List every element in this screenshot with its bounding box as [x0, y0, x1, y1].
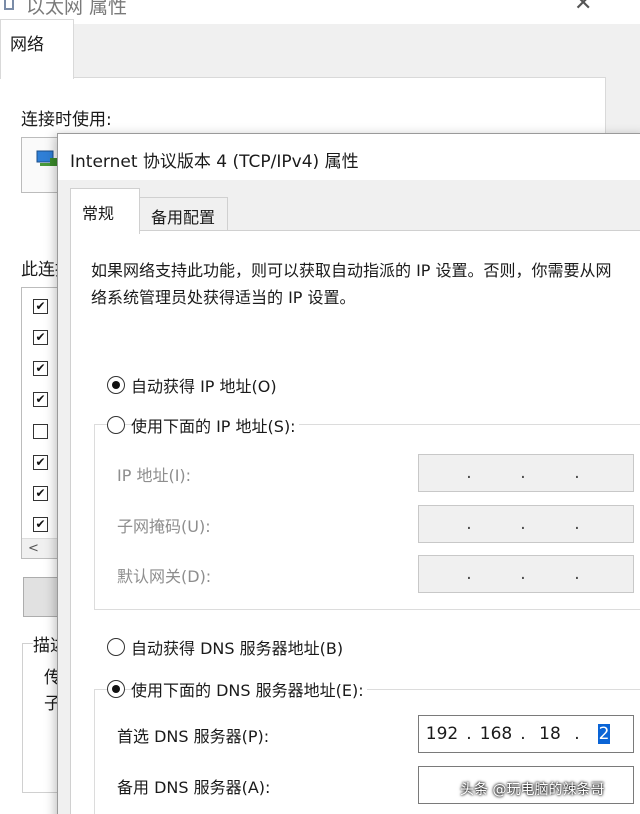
ip-dot: .: [520, 564, 526, 584]
dialog-title-bar: Internet 协议版本 4 (TCP/IPv4) 属性: [58, 134, 640, 180]
tab-alternate-configuration[interactable]: 备用配置: [140, 197, 228, 231]
ip-octet-value: 192: [425, 724, 459, 744]
radio-label: 使用下面的 IP 地址(S):: [131, 413, 299, 437]
ip-dot: .: [574, 724, 580, 744]
background-title-bar: 以太网 属性 ✕: [0, 0, 640, 24]
network-icon: [36, 150, 57, 166]
network-adapter-icon: [4, 0, 14, 10]
ip-dot: .: [520, 724, 526, 744]
radio-button[interactable]: [107, 638, 125, 656]
ip-dot: .: [466, 514, 472, 534]
items-label: 此连接使用下列项目: [21, 260, 58, 280]
item-checkbox[interactable]: [33, 424, 48, 439]
ip-address-input[interactable]: 192. 168. 18. 2: [418, 715, 634, 753]
ip-dot: .: [520, 463, 526, 483]
ip-octet[interactable]: 18: [527, 724, 573, 744]
ip-octet[interactable]: 2: [581, 724, 627, 744]
background-tab-bar: [0, 24, 640, 78]
field-label: IP 地址(I):: [117, 466, 192, 485]
description-text: 如果网络支持此功能，则可以获取自动指派的 IP 设置。否则，你需要从网: [91, 261, 612, 280]
radio-auto-dns[interactable]: 自动获得 DNS 服务器地址(B): [107, 635, 347, 659]
item-checkbox[interactable]: ✔: [33, 330, 48, 345]
radio-button[interactable]: [107, 680, 125, 698]
ip-octet[interactable]: 192: [419, 724, 465, 744]
radio-label: 自动获得 DNS 服务器地址(B): [131, 635, 347, 659]
field-label: 默认网关(D):: [117, 567, 212, 586]
ip-dot: .: [574, 564, 580, 584]
connect-using-label: 连接时使用:: [21, 110, 112, 130]
dialog-title: Internet 协议版本 4 (TCP/IPv4) 属性: [70, 152, 359, 172]
tab-general[interactable]: 常规: [70, 188, 140, 234]
ip-octet-value: 18: [539, 724, 561, 744]
item-checkbox[interactable]: ✔: [33, 517, 48, 532]
item-checkbox[interactable]: ✔: [33, 361, 48, 376]
watermark: 头条 @玩电脑的辣条哥: [460, 782, 605, 798]
item-checkbox[interactable]: ✔: [33, 486, 48, 501]
install-button[interactable]: [23, 577, 61, 617]
radio-label: 自动获得 IP 地址(O): [131, 373, 280, 397]
field-label: 子网掩码(U):: [117, 517, 211, 536]
radio-auto-ip[interactable]: 自动获得 IP 地址(O): [107, 373, 280, 397]
adapter-box[interactable]: [21, 137, 61, 193]
ip-dot: .: [466, 724, 472, 744]
ip-octet-value: 168: [479, 724, 513, 744]
ip-dot: .: [466, 564, 472, 584]
ip-dot: .: [520, 514, 526, 534]
ipv4-properties-dialog: Internet 协议版本 4 (TCP/IPv4) 属性 常规 备用配置 如果…: [57, 133, 640, 814]
field-label: 首选 DNS 服务器(P):: [117, 727, 270, 746]
ip-address-input[interactable]: ...: [418, 505, 634, 543]
radio-label: 使用下面的 DNS 服务器地址(E):: [131, 677, 367, 701]
ip-address-input[interactable]: ...: [418, 555, 634, 593]
field-label: 备用 DNS 服务器(A):: [117, 778, 271, 797]
background-window-title: 以太网 属性: [26, 0, 128, 18]
item-checkbox[interactable]: ✔: [33, 299, 48, 314]
ip-dot: .: [574, 514, 580, 534]
ip-dot: .: [574, 463, 580, 483]
radio-button[interactable]: [107, 416, 125, 434]
ip-octet-value: 2: [597, 724, 611, 744]
radio-button[interactable]: [107, 376, 125, 394]
radio-manual-dns[interactable]: 使用下面的 DNS 服务器地址(E):: [107, 677, 367, 701]
item-checkbox[interactable]: ✔: [33, 392, 48, 407]
ip-dot: .: [466, 463, 472, 483]
scroll-left-button[interactable]: <: [22, 538, 60, 558]
description-text: 络系统管理员处获得适当的 IP 设置。: [91, 288, 356, 307]
ip-octet[interactable]: 168: [473, 724, 519, 744]
item-checkbox[interactable]: ✔: [33, 455, 48, 470]
tab-network[interactable]: 网络: [0, 19, 74, 79]
ip-address-input[interactable]: ...: [418, 454, 634, 492]
close-icon[interactable]: ✕: [574, 0, 592, 16]
radio-manual-ip[interactable]: 使用下面的 IP 地址(S):: [107, 413, 299, 437]
